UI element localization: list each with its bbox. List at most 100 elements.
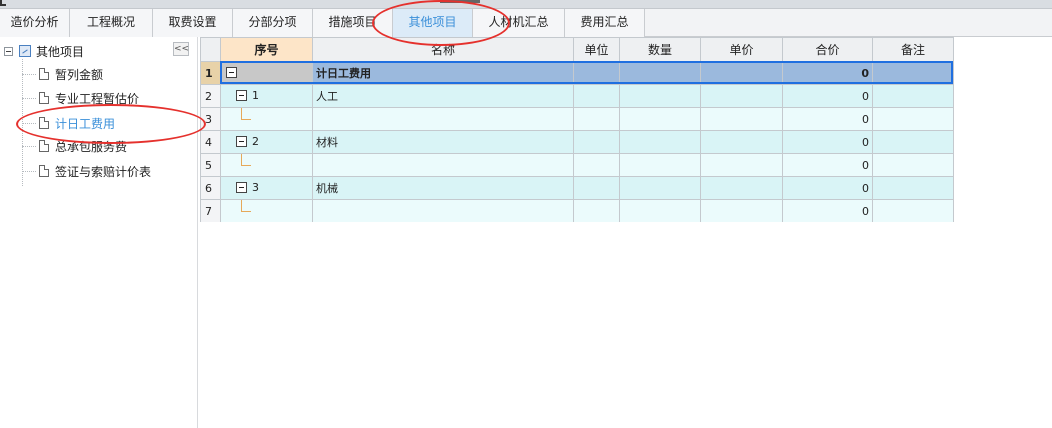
- document-icon: [39, 117, 49, 129]
- tree-branch-line: [241, 108, 251, 120]
- qty-cell[interactable]: [619, 107, 701, 131]
- row-number: 3: [200, 107, 221, 131]
- table-row[interactable]: 1 计日工费用 0: [200, 61, 954, 85]
- seq-cell[interactable]: [220, 153, 313, 177]
- col-header-note[interactable]: 备注: [872, 37, 954, 62]
- note-cell[interactable]: [872, 199, 954, 223]
- tab-labor-material-summary[interactable]: 人材机汇总: [473, 9, 565, 37]
- sidebar-item-label: 签证与索赔计价表: [55, 164, 152, 179]
- tab-cost-analysis[interactable]: 造价分析: [0, 9, 70, 37]
- qty-cell[interactable]: [619, 61, 701, 85]
- unit-cell[interactable]: [573, 130, 620, 154]
- col-header-total[interactable]: 合价: [782, 37, 873, 62]
- table-row[interactable]: 3 0: [200, 107, 954, 131]
- unit-cell[interactable]: [573, 107, 620, 131]
- tab-project-overview[interactable]: 工程概况: [70, 9, 153, 37]
- tree-branch-line: [241, 200, 251, 212]
- seq-cell[interactable]: [220, 107, 313, 131]
- seq-cell[interactable]: 3: [220, 176, 313, 200]
- unit-cell[interactable]: [573, 84, 620, 108]
- sidebar-item-specialty-estimate[interactable]: 专业工程暂估价: [22, 89, 139, 107]
- collapse-minus-icon[interactable]: [4, 46, 13, 56]
- qty-cell[interactable]: [619, 153, 701, 177]
- note-cell[interactable]: [872, 61, 954, 85]
- qty-cell[interactable]: [619, 199, 701, 223]
- col-header-qty[interactable]: 数量: [619, 37, 701, 62]
- total-cell[interactable]: 0: [782, 199, 873, 223]
- sidebar-item-provisional-sum[interactable]: 暂列金额: [22, 65, 103, 83]
- note-cell[interactable]: [872, 176, 954, 200]
- price-cell[interactable]: [700, 176, 783, 200]
- tab-bar: 造价分析 工程概况 取费设置 分部分项 措施项目 其他项目 人材机汇总 费用汇总: [0, 9, 1052, 37]
- collapse-minus-icon[interactable]: [236, 136, 247, 147]
- collapse-minus-icon[interactable]: [236, 90, 247, 101]
- seq-cell[interactable]: 1: [220, 84, 313, 108]
- collapse-panel-button[interactable]: <<: [173, 42, 189, 56]
- sidebar-item-visa-claims[interactable]: 签证与索赔计价表: [22, 162, 151, 180]
- name-cell[interactable]: 人工: [312, 84, 574, 108]
- tab-fee-summary[interactable]: 费用汇总: [565, 9, 645, 37]
- col-header-seq[interactable]: 序号: [220, 37, 313, 62]
- qty-cell[interactable]: [619, 130, 701, 154]
- name-cell[interactable]: [312, 199, 574, 223]
- qty-cell[interactable]: [619, 176, 701, 200]
- tab-sub-items[interactable]: 分部分项: [233, 9, 313, 37]
- sidebar-item-daywork[interactable]: 计日工费用: [22, 114, 115, 132]
- unit-cell[interactable]: [573, 199, 620, 223]
- tab-measures[interactable]: 措施项目: [313, 9, 393, 37]
- qty-cell[interactable]: [619, 84, 701, 108]
- col-header-unit[interactable]: 单位: [573, 37, 620, 62]
- price-cell[interactable]: [700, 153, 783, 177]
- unit-cell[interactable]: [573, 61, 620, 85]
- corner-header[interactable]: [200, 37, 221, 62]
- name-cell[interactable]: 计日工费用: [312, 61, 574, 85]
- table-row[interactable]: 2 1 人工 0: [200, 84, 954, 108]
- name-cell[interactable]: 机械: [312, 176, 574, 200]
- title-fragment: [440, 0, 480, 3]
- total-cell[interactable]: 0: [782, 84, 873, 108]
- seq-cell[interactable]: [220, 199, 313, 223]
- total-cell[interactable]: 0: [782, 61, 873, 85]
- tab-other-items[interactable]: 其他项目: [393, 9, 473, 37]
- empty-grid-area[interactable]: [199, 222, 1052, 428]
- col-header-price[interactable]: 单价: [700, 37, 783, 62]
- price-cell[interactable]: [700, 61, 783, 85]
- price-cell[interactable]: [700, 84, 783, 108]
- table-row[interactable]: 7 0: [200, 199, 954, 223]
- table-row[interactable]: 4 2 材料 0: [200, 130, 954, 154]
- col-header-name[interactable]: 名称: [312, 37, 574, 62]
- daywork-grid: 序号 名称 单位 数量 单价 合价 备注 1 计日工费用 0 2 1 人工 0 …: [200, 37, 954, 223]
- price-cell[interactable]: [700, 130, 783, 154]
- price-cell[interactable]: [700, 107, 783, 131]
- total-cell[interactable]: 0: [782, 153, 873, 177]
- seq-cell[interactable]: [220, 61, 313, 85]
- window-title-strip: [0, 0, 1052, 9]
- collapse-minus-icon[interactable]: [226, 67, 237, 78]
- collapse-minus-icon[interactable]: [236, 182, 247, 193]
- table-row[interactable]: 6 3 机械 0: [200, 176, 954, 200]
- seq-cell[interactable]: 2: [220, 130, 313, 154]
- name-cell[interactable]: [312, 153, 574, 177]
- sidebar-tree: 其他项目 << 暂列金额 专业工程暂估价 计日工费用 总承包服务费 签证与索赔计…: [0, 37, 198, 428]
- tab-fee-settings[interactable]: 取费设置: [153, 9, 233, 37]
- tree-branch-line: [241, 154, 251, 166]
- tree-root[interactable]: 其他项目: [4, 43, 84, 59]
- total-cell[interactable]: 0: [782, 107, 873, 131]
- unit-cell[interactable]: [573, 176, 620, 200]
- total-cell[interactable]: 0: [782, 176, 873, 200]
- document-icon: [39, 92, 49, 104]
- total-cell[interactable]: 0: [782, 130, 873, 154]
- document-icon: [39, 140, 49, 152]
- window-corner-icon: [0, 0, 6, 6]
- note-cell[interactable]: [872, 130, 954, 154]
- sidebar-item-contractor-service[interactable]: 总承包服务费: [22, 137, 127, 155]
- note-cell[interactable]: [872, 153, 954, 177]
- note-cell[interactable]: [872, 107, 954, 131]
- note-cell[interactable]: [872, 84, 954, 108]
- name-cell[interactable]: [312, 107, 574, 131]
- name-cell[interactable]: 材料: [312, 130, 574, 154]
- price-cell[interactable]: [700, 199, 783, 223]
- sidebar-item-label: 计日工费用: [55, 116, 116, 131]
- table-row[interactable]: 5 0: [200, 153, 954, 177]
- unit-cell[interactable]: [573, 153, 620, 177]
